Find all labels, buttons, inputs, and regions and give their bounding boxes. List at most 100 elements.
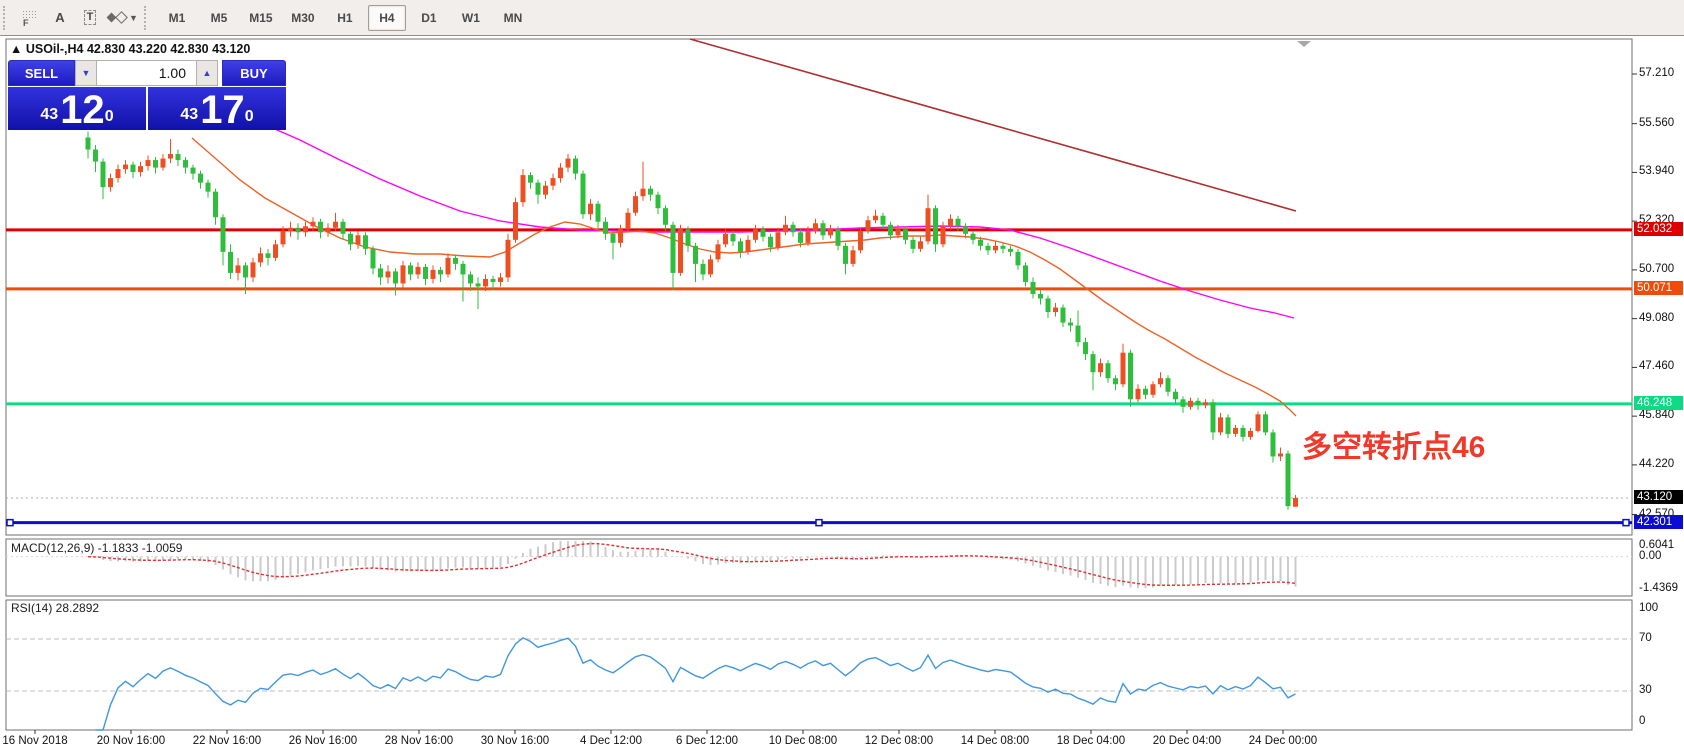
candle-body xyxy=(1271,432,1276,456)
line-handle[interactable] xyxy=(1623,520,1629,526)
candle-body xyxy=(566,159,571,168)
candle-body xyxy=(483,279,488,287)
candle-body xyxy=(506,240,511,278)
candle-body xyxy=(1263,414,1268,432)
candle-body xyxy=(1203,402,1208,405)
candle-body xyxy=(783,225,788,233)
volume-increase-button[interactable]: ▲ xyxy=(196,60,218,86)
candle-body xyxy=(521,175,526,202)
candle-body xyxy=(296,228,301,233)
candle-body xyxy=(176,154,181,160)
candle-body xyxy=(956,219,961,227)
candle-body xyxy=(1248,431,1253,437)
price-axis-label: 50.700 xyxy=(1639,263,1684,275)
candle-body xyxy=(1061,308,1066,323)
price-axis-label: 47.460 xyxy=(1639,360,1684,372)
time-axis-label: 10 Dec 08:00 xyxy=(769,735,837,747)
candle-body xyxy=(1181,399,1186,407)
rsi-axis-label: 70 xyxy=(1639,632,1684,644)
candle-body xyxy=(1023,265,1028,282)
sell-price-panel[interactable]: 43 12 0 xyxy=(8,87,148,130)
one-click-trade-panel: SELL ▼ 1.00 ▲ BUY 43 12 0 43 17 0 xyxy=(8,60,286,130)
price-axis-label: 49.080 xyxy=(1639,312,1684,324)
candle-body xyxy=(453,258,458,264)
sell-button[interactable]: SELL xyxy=(8,60,75,86)
time-axis-label: 26 Nov 16:00 xyxy=(289,735,357,747)
candle-body xyxy=(1113,378,1118,384)
candle-body xyxy=(116,169,121,178)
buy-price-panel[interactable]: 43 17 0 xyxy=(148,87,286,130)
buy-price-big: 17 xyxy=(200,92,245,128)
chart-shift-marker-icon[interactable] xyxy=(1297,41,1311,47)
candle-body xyxy=(828,229,833,235)
volume-stepper: ▼ 1.00 ▲ xyxy=(75,60,218,86)
candle-body xyxy=(311,222,316,227)
candle-body xyxy=(858,231,863,251)
candle-body xyxy=(873,216,878,221)
time-axis-label: 20 Nov 16:00 xyxy=(97,735,165,747)
volume-decrease-button[interactable]: ▼ xyxy=(75,60,97,86)
candle-body xyxy=(221,217,226,252)
time-axis-label: 12 Dec 08:00 xyxy=(865,735,933,747)
candle-body xyxy=(701,264,706,275)
time-axis-label: 30 Nov 16:00 xyxy=(481,735,549,747)
candle-body xyxy=(1016,252,1021,266)
candle-body xyxy=(596,204,601,222)
line-handle[interactable] xyxy=(7,520,13,526)
macd-signal-line xyxy=(88,544,1296,586)
rsi-axis-label: 0 xyxy=(1639,715,1684,727)
macd-histogram xyxy=(88,541,1296,588)
buy-price-prefix: 43 xyxy=(180,106,198,124)
candle-body xyxy=(543,186,548,195)
candle-body xyxy=(971,234,976,240)
candle-body xyxy=(1008,249,1013,252)
candle-body xyxy=(948,219,953,227)
candle-body xyxy=(191,168,196,174)
candle-body xyxy=(258,253,263,262)
time-axis-label: 22 Nov 16:00 xyxy=(193,735,261,747)
candle-body xyxy=(1143,389,1148,395)
macd-label: MACD(12,26,9) -1.1833 -1.0059 xyxy=(11,541,182,555)
candle-body xyxy=(446,258,451,275)
time-axis-label: 4 Dec 12:00 xyxy=(580,735,642,747)
time-axis-label: 18 Dec 04:00 xyxy=(1057,735,1125,747)
line-handle[interactable] xyxy=(816,520,822,526)
candle-body xyxy=(836,229,841,246)
candle-body xyxy=(1293,498,1298,507)
macd-axis-label: 0.00 xyxy=(1639,550,1684,562)
candle-body xyxy=(341,222,346,234)
candle-body xyxy=(731,234,736,242)
chart-annotation-text[interactable]: 多空转折点46 xyxy=(1302,422,1485,466)
candle-body xyxy=(933,208,938,244)
candle-body xyxy=(1038,294,1043,299)
volume-field[interactable]: 1.00 xyxy=(97,60,196,86)
buy-button[interactable]: BUY xyxy=(222,60,286,86)
candle-body xyxy=(723,234,728,245)
rsi-axis-label: 100 xyxy=(1639,602,1684,614)
candle-body xyxy=(461,264,466,275)
candlestick-series xyxy=(86,131,1299,509)
trendline[interactable] xyxy=(690,39,1296,211)
candle-body xyxy=(1106,363,1111,378)
candle-body xyxy=(1256,414,1261,431)
candle-body xyxy=(356,235,361,244)
candle-body xyxy=(671,225,676,273)
candle-body xyxy=(1278,453,1283,456)
mt4-window: { "toolbar": { "tools": [ {"name": "fibo… xyxy=(0,0,1684,752)
candle-body xyxy=(926,208,931,241)
candle-body xyxy=(206,183,211,192)
candle-body xyxy=(993,246,998,251)
candle-body xyxy=(303,226,308,232)
candle-body xyxy=(866,220,871,231)
candle-body xyxy=(266,253,271,258)
candle-body xyxy=(146,160,151,166)
candle-body xyxy=(378,268,383,277)
candle-body xyxy=(401,265,406,283)
candle-body xyxy=(626,213,631,230)
candle-body xyxy=(101,162,106,188)
candle-body xyxy=(851,250,856,264)
candle-body xyxy=(86,137,91,149)
rsi-pane-border xyxy=(6,600,1632,730)
candle-body xyxy=(1128,353,1133,400)
candle-body xyxy=(1151,384,1156,395)
